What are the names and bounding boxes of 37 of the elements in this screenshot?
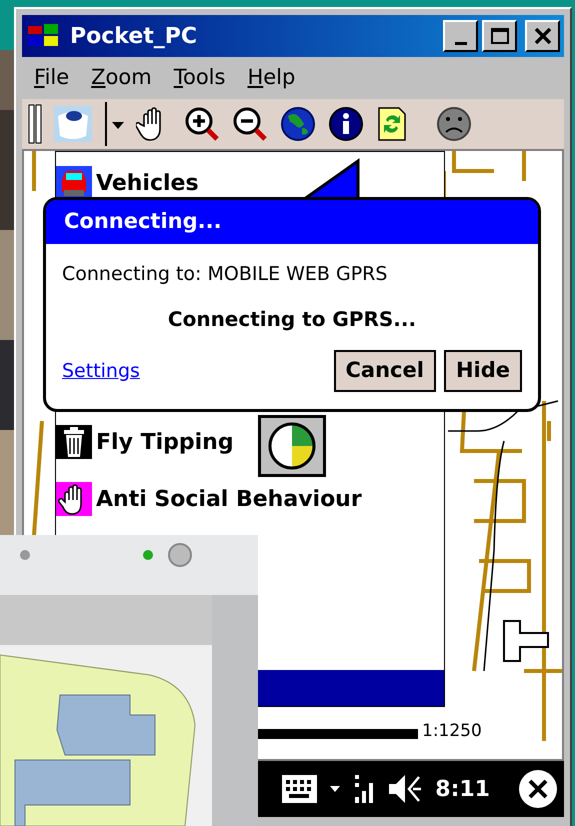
speaker-icon[interactable] <box>387 773 424 805</box>
toolbar-grip[interactable] <box>28 104 42 144</box>
layers-icon[interactable] <box>54 106 92 142</box>
busy-icon <box>266 420 318 472</box>
cancel-button[interactable]: Cancel <box>334 350 436 392</box>
info-icon[interactable] <box>328 106 364 142</box>
close-button[interactable] <box>525 20 560 52</box>
connection-target: Connecting to: MOBILE WEB GPRS <box>62 262 388 286</box>
globe-icon[interactable] <box>280 106 316 142</box>
close-icon[interactable] <box>518 769 558 809</box>
sad-face-icon[interactable] <box>436 106 472 142</box>
vehicle-icon <box>56 166 92 200</box>
menu-item[interactable]: Tools <box>174 62 226 94</box>
building-outline <box>503 620 549 662</box>
hide-button[interactable]: Hide <box>444 350 522 392</box>
settings-link[interactable]: Settings <box>62 356 140 385</box>
maximize-button[interactable] <box>482 20 517 52</box>
keyboard-icon[interactable] <box>281 774 318 804</box>
dropdown-caret-icon[interactable] <box>104 102 124 146</box>
window-title: Pocket_PC <box>70 22 198 50</box>
menu-item[interactable]: File <box>34 62 70 94</box>
zoom-in-icon[interactable] <box>184 106 220 142</box>
menu-item[interactable]: Zoom <box>91 62 152 94</box>
zoom-out-icon[interactable] <box>232 106 268 142</box>
minimize-icon <box>454 42 466 44</box>
connection-status: Connecting to GPRS... <box>168 307 416 331</box>
menu-item[interactable]: Help <box>247 62 296 94</box>
close-icon <box>534 28 552 44</box>
minimize-button[interactable] <box>443 20 478 52</box>
layer-label[interactable]: Vehicles <box>96 166 199 200</box>
refresh-document-icon[interactable] <box>376 106 408 142</box>
layer-label[interactable]: Fly Tipping <box>96 426 234 458</box>
layer-label[interactable]: Anti Social Behaviour <box>96 482 362 516</box>
signal-icon[interactable] <box>353 773 376 805</box>
caret-icon[interactable] <box>329 784 342 794</box>
maximize-icon <box>490 27 510 45</box>
clock-time[interactable]: 8:11 <box>435 772 490 806</box>
